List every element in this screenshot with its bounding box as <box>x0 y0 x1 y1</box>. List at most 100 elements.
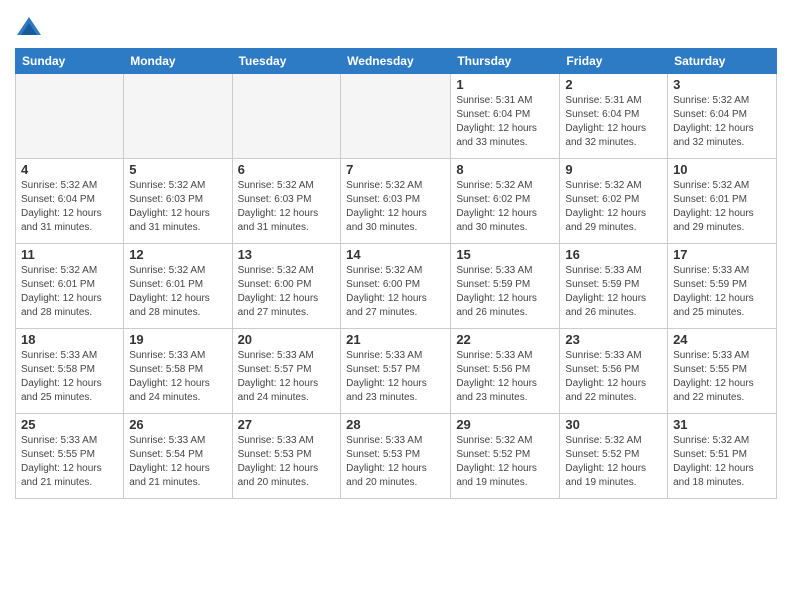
week-row-3: 11Sunrise: 5:32 AM Sunset: 6:01 PM Dayli… <box>16 244 777 329</box>
day-cell: 15 Sunrise: 5:33 AM Sunset: 5:59 PM Dayli… <box>451 244 560 329</box>
day-cell: 25 Sunrise: 5:33 AM Sunset: 5:55 PM Dayli… <box>16 414 124 499</box>
day-info: Sunrise: 5:32 AM Sunset: 6:04 PM Dayligh… <box>673 94 771 150</box>
day-info: Sunrise: 5:33 AM Sunset: 5:57 PM Dayligh… <box>346 349 445 405</box>
calendar-table: SundayMondayTuesdayWednesdayThursdayFrid… <box>15 48 777 499</box>
header-saturday: Saturday <box>668 49 777 74</box>
day-number: 22 <box>456 332 554 347</box>
day-info: Sunrise: 5:32 AM Sunset: 6:03 PM Dayligh… <box>129 179 226 235</box>
day-number: 27 <box>238 417 336 432</box>
header-sunday: Sunday <box>16 49 124 74</box>
day-info: Sunrise: 5:32 AM Sunset: 6:03 PM Dayligh… <box>238 179 336 235</box>
day-cell: 26 Sunrise: 5:33 AM Sunset: 5:54 PM Dayli… <box>124 414 232 499</box>
day-cell: 18 Sunrise: 5:33 AM Sunset: 5:58 PM Dayli… <box>16 329 124 414</box>
day-cell: 10 Sunrise: 5:32 AM Sunset: 6:01 PM Dayli… <box>668 159 777 244</box>
day-cell: 11Sunrise: 5:32 AM Sunset: 6:01 PM Dayli… <box>16 244 124 329</box>
day-info: Sunrise: 5:32 AM Sunset: 6:00 PM Dayligh… <box>346 264 445 320</box>
day-info: Sunrise: 5:33 AM Sunset: 5:55 PM Dayligh… <box>21 434 118 490</box>
day-cell <box>124 74 232 159</box>
day-info: Sunrise: 5:33 AM Sunset: 5:58 PM Dayligh… <box>21 349 118 405</box>
logo <box>15 15 47 43</box>
week-row-2: 4 Sunrise: 5:32 AM Sunset: 6:04 PM Daylig… <box>16 159 777 244</box>
day-number: 15 <box>456 247 554 262</box>
day-number: 28 <box>346 417 445 432</box>
day-info: Sunrise: 5:32 AM Sunset: 6:02 PM Dayligh… <box>565 179 662 235</box>
week-row-5: 25 Sunrise: 5:33 AM Sunset: 5:55 PM Dayli… <box>16 414 777 499</box>
day-number: 18 <box>21 332 118 347</box>
day-cell: 14 Sunrise: 5:32 AM Sunset: 6:00 PM Dayli… <box>341 244 451 329</box>
day-number: 14 <box>346 247 445 262</box>
day-number: 17 <box>673 247 771 262</box>
day-cell: 29 Sunrise: 5:32 AM Sunset: 5:52 PM Dayli… <box>451 414 560 499</box>
day-info: Sunrise: 5:33 AM Sunset: 5:59 PM Dayligh… <box>673 264 771 320</box>
day-cell: 1 Sunrise: 5:31 AM Sunset: 6:04 PM Daylig… <box>451 74 560 159</box>
day-info: Sunrise: 5:33 AM Sunset: 5:58 PM Dayligh… <box>129 349 226 405</box>
day-info: Sunrise: 5:32 AM Sunset: 6:01 PM Dayligh… <box>673 179 771 235</box>
day-cell: 4 Sunrise: 5:32 AM Sunset: 6:04 PM Daylig… <box>16 159 124 244</box>
day-info: Sunrise: 5:33 AM Sunset: 5:55 PM Dayligh… <box>673 349 771 405</box>
day-number: 4 <box>21 162 118 177</box>
logo-icon <box>15 15 43 43</box>
header-wednesday: Wednesday <box>341 49 451 74</box>
header-thursday: Thursday <box>451 49 560 74</box>
day-cell: 3 Sunrise: 5:32 AM Sunset: 6:04 PM Daylig… <box>668 74 777 159</box>
header-friday: Friday <box>560 49 668 74</box>
day-number: 7 <box>346 162 445 177</box>
page-container: SundayMondayTuesdayWednesdayThursdayFrid… <box>0 0 792 504</box>
week-row-4: 18 Sunrise: 5:33 AM Sunset: 5:58 PM Dayli… <box>16 329 777 414</box>
day-number: 3 <box>673 77 771 92</box>
day-cell: 27 Sunrise: 5:33 AM Sunset: 5:53 PM Dayli… <box>232 414 341 499</box>
day-cell: 8Sunrise: 5:32 AM Sunset: 6:02 PM Daylig… <box>451 159 560 244</box>
header <box>15 10 777 43</box>
day-cell <box>16 74 124 159</box>
day-info: Sunrise: 5:33 AM Sunset: 5:54 PM Dayligh… <box>129 434 226 490</box>
day-cell: 31Sunrise: 5:32 AM Sunset: 5:51 PM Dayli… <box>668 414 777 499</box>
day-number: 19 <box>129 332 226 347</box>
header-monday: Monday <box>124 49 232 74</box>
day-info: Sunrise: 5:33 AM Sunset: 5:53 PM Dayligh… <box>238 434 336 490</box>
day-info: Sunrise: 5:32 AM Sunset: 6:01 PM Dayligh… <box>129 264 226 320</box>
day-info: Sunrise: 5:33 AM Sunset: 5:57 PM Dayligh… <box>238 349 336 405</box>
day-number: 16 <box>565 247 662 262</box>
day-number: 24 <box>673 332 771 347</box>
day-number: 26 <box>129 417 226 432</box>
day-info: Sunrise: 5:32 AM Sunset: 6:04 PM Dayligh… <box>21 179 118 235</box>
day-cell: 17 Sunrise: 5:33 AM Sunset: 5:59 PM Dayli… <box>668 244 777 329</box>
day-number: 21 <box>346 332 445 347</box>
calendar-body: 1 Sunrise: 5:31 AM Sunset: 6:04 PM Daylig… <box>16 74 777 499</box>
day-number: 2 <box>565 77 662 92</box>
day-info: Sunrise: 5:32 AM Sunset: 6:03 PM Dayligh… <box>346 179 445 235</box>
day-cell: 13 Sunrise: 5:32 AM Sunset: 6:00 PM Dayli… <box>232 244 341 329</box>
day-number: 1 <box>456 77 554 92</box>
header-tuesday: Tuesday <box>232 49 341 74</box>
day-cell: 21 Sunrise: 5:33 AM Sunset: 5:57 PM Dayli… <box>341 329 451 414</box>
day-number: 6 <box>238 162 336 177</box>
day-info: Sunrise: 5:33 AM Sunset: 5:59 PM Dayligh… <box>456 264 554 320</box>
day-info: Sunrise: 5:32 AM Sunset: 5:52 PM Dayligh… <box>456 434 554 490</box>
day-number: 10 <box>673 162 771 177</box>
day-cell: 12 Sunrise: 5:32 AM Sunset: 6:01 PM Dayli… <box>124 244 232 329</box>
day-info: Sunrise: 5:32 AM Sunset: 6:00 PM Dayligh… <box>238 264 336 320</box>
day-number: 25 <box>21 417 118 432</box>
day-info: Sunrise: 5:33 AM Sunset: 5:59 PM Dayligh… <box>565 264 662 320</box>
day-cell: 19 Sunrise: 5:33 AM Sunset: 5:58 PM Dayli… <box>124 329 232 414</box>
day-info: Sunrise: 5:32 AM Sunset: 5:51 PM Dayligh… <box>673 434 771 490</box>
day-number: 29 <box>456 417 554 432</box>
day-info: Sunrise: 5:31 AM Sunset: 6:04 PM Dayligh… <box>565 94 662 150</box>
day-info: Sunrise: 5:33 AM Sunset: 5:56 PM Dayligh… <box>565 349 662 405</box>
day-number: 9 <box>565 162 662 177</box>
day-cell <box>232 74 341 159</box>
day-cell: 30Sunrise: 5:32 AM Sunset: 5:52 PM Dayli… <box>560 414 668 499</box>
day-number: 13 <box>238 247 336 262</box>
day-info: Sunrise: 5:33 AM Sunset: 5:56 PM Dayligh… <box>456 349 554 405</box>
day-number: 30 <box>565 417 662 432</box>
day-number: 12 <box>129 247 226 262</box>
day-info: Sunrise: 5:33 AM Sunset: 5:53 PM Dayligh… <box>346 434 445 490</box>
day-info: Sunrise: 5:31 AM Sunset: 6:04 PM Dayligh… <box>456 94 554 150</box>
day-cell: 20 Sunrise: 5:33 AM Sunset: 5:57 PM Dayli… <box>232 329 341 414</box>
day-number: 20 <box>238 332 336 347</box>
header-row: SundayMondayTuesdayWednesdayThursdayFrid… <box>16 49 777 74</box>
day-number: 5 <box>129 162 226 177</box>
day-cell: 16 Sunrise: 5:33 AM Sunset: 5:59 PM Dayli… <box>560 244 668 329</box>
day-cell: 23Sunrise: 5:33 AM Sunset: 5:56 PM Dayli… <box>560 329 668 414</box>
day-info: Sunrise: 5:32 AM Sunset: 6:02 PM Dayligh… <box>456 179 554 235</box>
